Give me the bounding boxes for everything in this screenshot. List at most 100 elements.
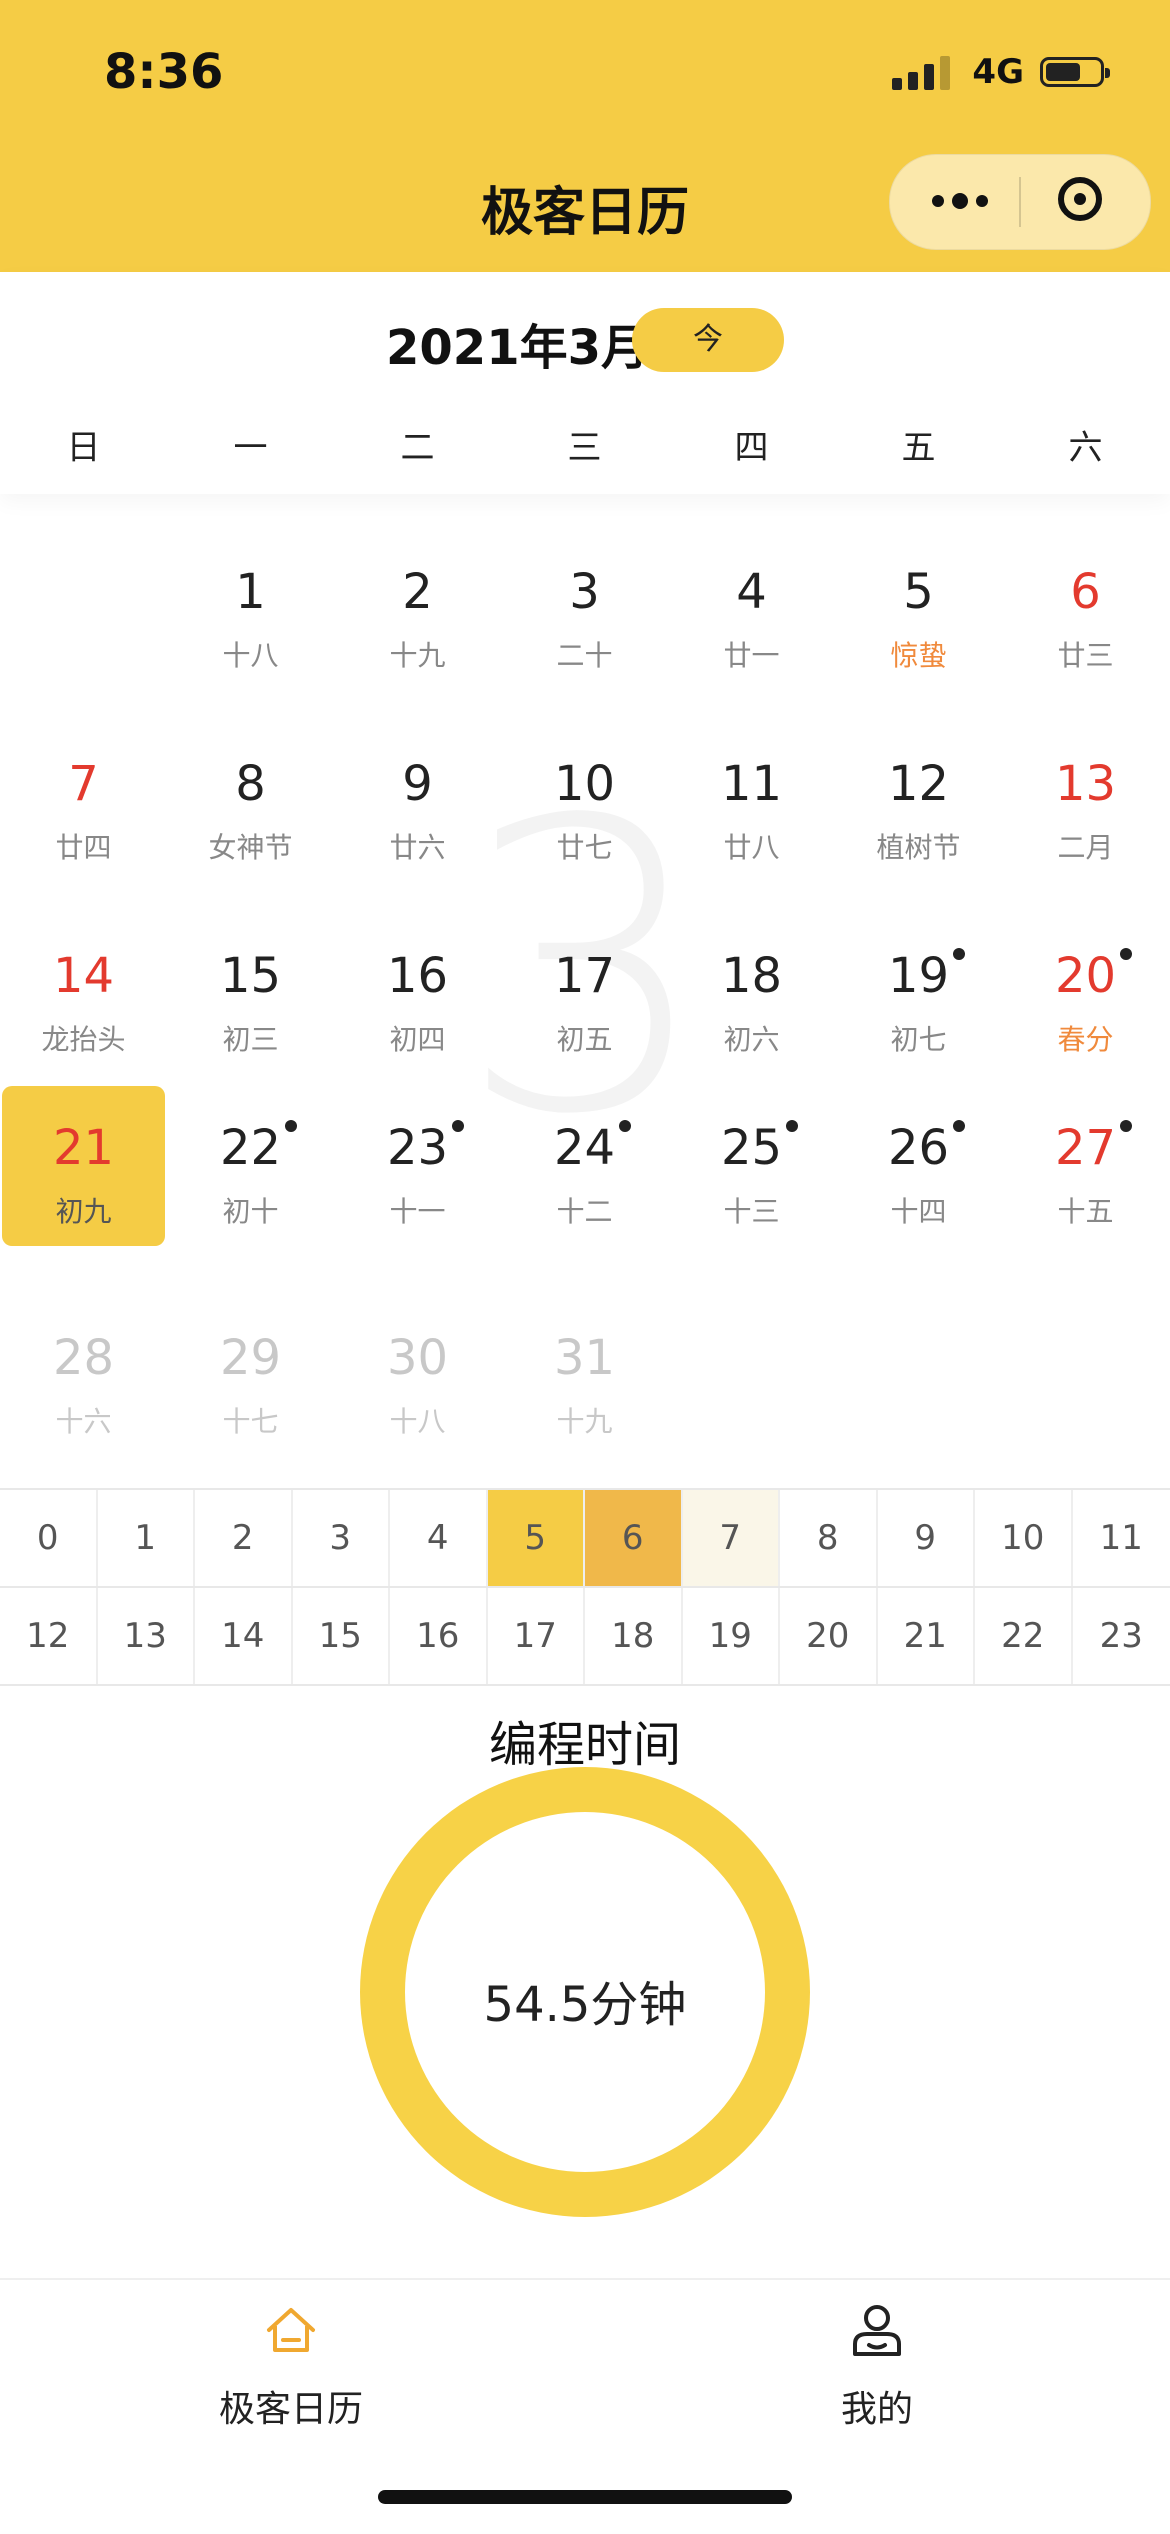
hour-cell[interactable]: 18 bbox=[585, 1588, 683, 1684]
hour-cell[interactable]: 7 bbox=[683, 1490, 781, 1586]
calendar-day[interactable]: 1十八 bbox=[169, 530, 332, 690]
lunar-label: 十二 bbox=[503, 1190, 666, 1230]
hour-cell[interactable]: 13 bbox=[98, 1588, 196, 1684]
lunar-label: 廿八 bbox=[670, 826, 833, 866]
calendar-day[interactable]: 13 二月 bbox=[1004, 722, 1167, 882]
lunar-label: 十六 bbox=[2, 1400, 165, 1440]
hour-cell[interactable]: 11 bbox=[1073, 1490, 1170, 1586]
hour-cell[interactable]: 10 bbox=[975, 1490, 1073, 1586]
hour-cell[interactable]: 14 bbox=[195, 1588, 293, 1684]
lunar-label: 初十 bbox=[169, 1190, 332, 1230]
weekday-label: 一 bbox=[167, 420, 334, 469]
hour-cell[interactable]: 1 bbox=[98, 1490, 196, 1586]
day-number: 26 bbox=[837, 1120, 1000, 1176]
hour-row: 01234567891011 bbox=[0, 1490, 1170, 1586]
miniprogram-capsule bbox=[889, 154, 1151, 250]
calendar-day[interactable]: 16初四 bbox=[336, 914, 499, 1074]
calendar-day[interactable]: 4廿一 bbox=[670, 530, 833, 690]
today-button[interactable]: 今 bbox=[632, 308, 784, 372]
calendar-day[interactable]: 9廿六 bbox=[336, 722, 499, 882]
calendar-day[interactable]: 6廿三 bbox=[1004, 530, 1167, 690]
hour-cell[interactable]: 8 bbox=[780, 1490, 878, 1586]
day-number: 13 bbox=[1004, 756, 1167, 812]
lunar-label: 二月 bbox=[1004, 826, 1167, 866]
calendar-day[interactable]: 29十七 bbox=[169, 1296, 332, 1456]
calendar-day[interactable]: 8 女神节 bbox=[169, 722, 332, 882]
hour-cell[interactable]: 21 bbox=[878, 1588, 976, 1684]
calendar-day[interactable]: 22 初十 bbox=[169, 1086, 332, 1246]
network-label: 4G bbox=[972, 52, 1024, 92]
calendar-day[interactable]: 7廿四 bbox=[2, 722, 165, 882]
lunar-label: 植树节 bbox=[837, 826, 1000, 866]
home-icon bbox=[261, 2300, 321, 2360]
hour-cell[interactable]: 16 bbox=[390, 1588, 488, 1684]
lunar-label: 廿七 bbox=[503, 826, 666, 866]
lunar-label: 女神节 bbox=[169, 826, 332, 866]
calendar-day[interactable]: 17初五 bbox=[503, 914, 666, 1074]
hour-cell[interactable]: 15 bbox=[293, 1588, 391, 1684]
tab-calendar-label: 极客日历 bbox=[141, 2380, 441, 2432]
hour-cell[interactable]: 5 bbox=[488, 1490, 586, 1586]
hour-cell[interactable]: 23 bbox=[1073, 1588, 1170, 1684]
calendar-day[interactable]: 15初三 bbox=[169, 914, 332, 1074]
calendar-day[interactable]: 26 十四 bbox=[837, 1086, 1000, 1246]
day-number: 28 bbox=[2, 1330, 165, 1386]
weekday-header: 日一二三四五六 bbox=[0, 420, 1170, 469]
calendar-day[interactable]: 25十三 bbox=[670, 1086, 833, 1246]
calendar-day[interactable]: 18初六 bbox=[670, 914, 833, 1074]
day-number: 2 bbox=[336, 564, 499, 620]
calendar-day[interactable]: 28 十六 bbox=[2, 1296, 165, 1456]
calendar-day[interactable]: 20春分 bbox=[1004, 914, 1167, 1074]
lunar-label: 十四 bbox=[837, 1190, 1000, 1230]
home-indicator bbox=[378, 2490, 792, 2504]
hour-cell[interactable]: 4 bbox=[390, 1490, 488, 1586]
more-icon[interactable] bbox=[932, 185, 992, 215]
weekday-label: 日 bbox=[0, 420, 167, 469]
tab-calendar[interactable]: 极客日历 bbox=[141, 2300, 441, 2432]
day-number: 22 bbox=[169, 1120, 332, 1176]
battery-icon bbox=[1040, 57, 1104, 87]
calendar-day[interactable]: 31十九 bbox=[503, 1296, 666, 1456]
hour-cell[interactable]: 20 bbox=[780, 1588, 878, 1684]
weekday-label: 三 bbox=[501, 420, 668, 469]
hour-cell[interactable]: 17 bbox=[488, 1588, 586, 1684]
lunar-label: 十五 bbox=[1004, 1190, 1167, 1230]
day-number: 24 bbox=[503, 1120, 666, 1176]
day-number: 30 bbox=[336, 1330, 499, 1386]
hour-cell[interactable]: 9 bbox=[878, 1490, 976, 1586]
hour-cell[interactable]: 3 bbox=[293, 1490, 391, 1586]
calendar-day[interactable]: 21初九 bbox=[2, 1086, 165, 1246]
event-dot bbox=[953, 1120, 965, 1132]
calendar-day[interactable]: 10 廿七 bbox=[503, 722, 666, 882]
hour-cell[interactable]: 0 bbox=[0, 1490, 98, 1586]
month-label[interactable]: 2021年3月 bbox=[386, 308, 649, 378]
calendar-day[interactable]: 12植树节 bbox=[837, 722, 1000, 882]
tab-mine[interactable]: 我的 bbox=[727, 2300, 1027, 2432]
lunar-label: 初七 bbox=[837, 1018, 1000, 1058]
calendar-day[interactable]: 27十五 bbox=[1004, 1086, 1167, 1246]
weekday-label: 六 bbox=[1002, 420, 1169, 469]
close-target-icon[interactable] bbox=[1058, 177, 1102, 221]
day-number: 20 bbox=[1004, 948, 1167, 1004]
hour-cell[interactable]: 6 bbox=[585, 1490, 683, 1586]
calendar-day[interactable]: 11廿八 bbox=[670, 722, 833, 882]
lunar-label: 十七 bbox=[169, 1400, 332, 1440]
hour-cell[interactable]: 22 bbox=[975, 1588, 1073, 1684]
hour-cell[interactable]: 12 bbox=[0, 1588, 98, 1684]
calendar-day[interactable]: 30十八 bbox=[336, 1296, 499, 1456]
calendar-day[interactable]: 14龙抬头 bbox=[2, 914, 165, 1074]
calendar-day[interactable]: 19初七 bbox=[837, 914, 1000, 1074]
day-number: 10 bbox=[503, 756, 666, 812]
capsule-divider bbox=[1019, 177, 1021, 227]
calendar-day[interactable]: 5惊蛰 bbox=[837, 530, 1000, 690]
day-number: 17 bbox=[503, 948, 666, 1004]
calendar-day[interactable]: 3二十 bbox=[503, 530, 666, 690]
calendar-day[interactable]: 24 十二 bbox=[503, 1086, 666, 1246]
calendar-day[interactable]: 2十九 bbox=[336, 530, 499, 690]
calendar-day[interactable]: 23十一 bbox=[336, 1086, 499, 1246]
hour-cell[interactable]: 2 bbox=[195, 1490, 293, 1586]
day-number: 8 bbox=[169, 756, 332, 812]
hour-cell[interactable]: 19 bbox=[683, 1588, 781, 1684]
status-icons: 4G bbox=[892, 52, 1104, 92]
day-number: 9 bbox=[336, 756, 499, 812]
